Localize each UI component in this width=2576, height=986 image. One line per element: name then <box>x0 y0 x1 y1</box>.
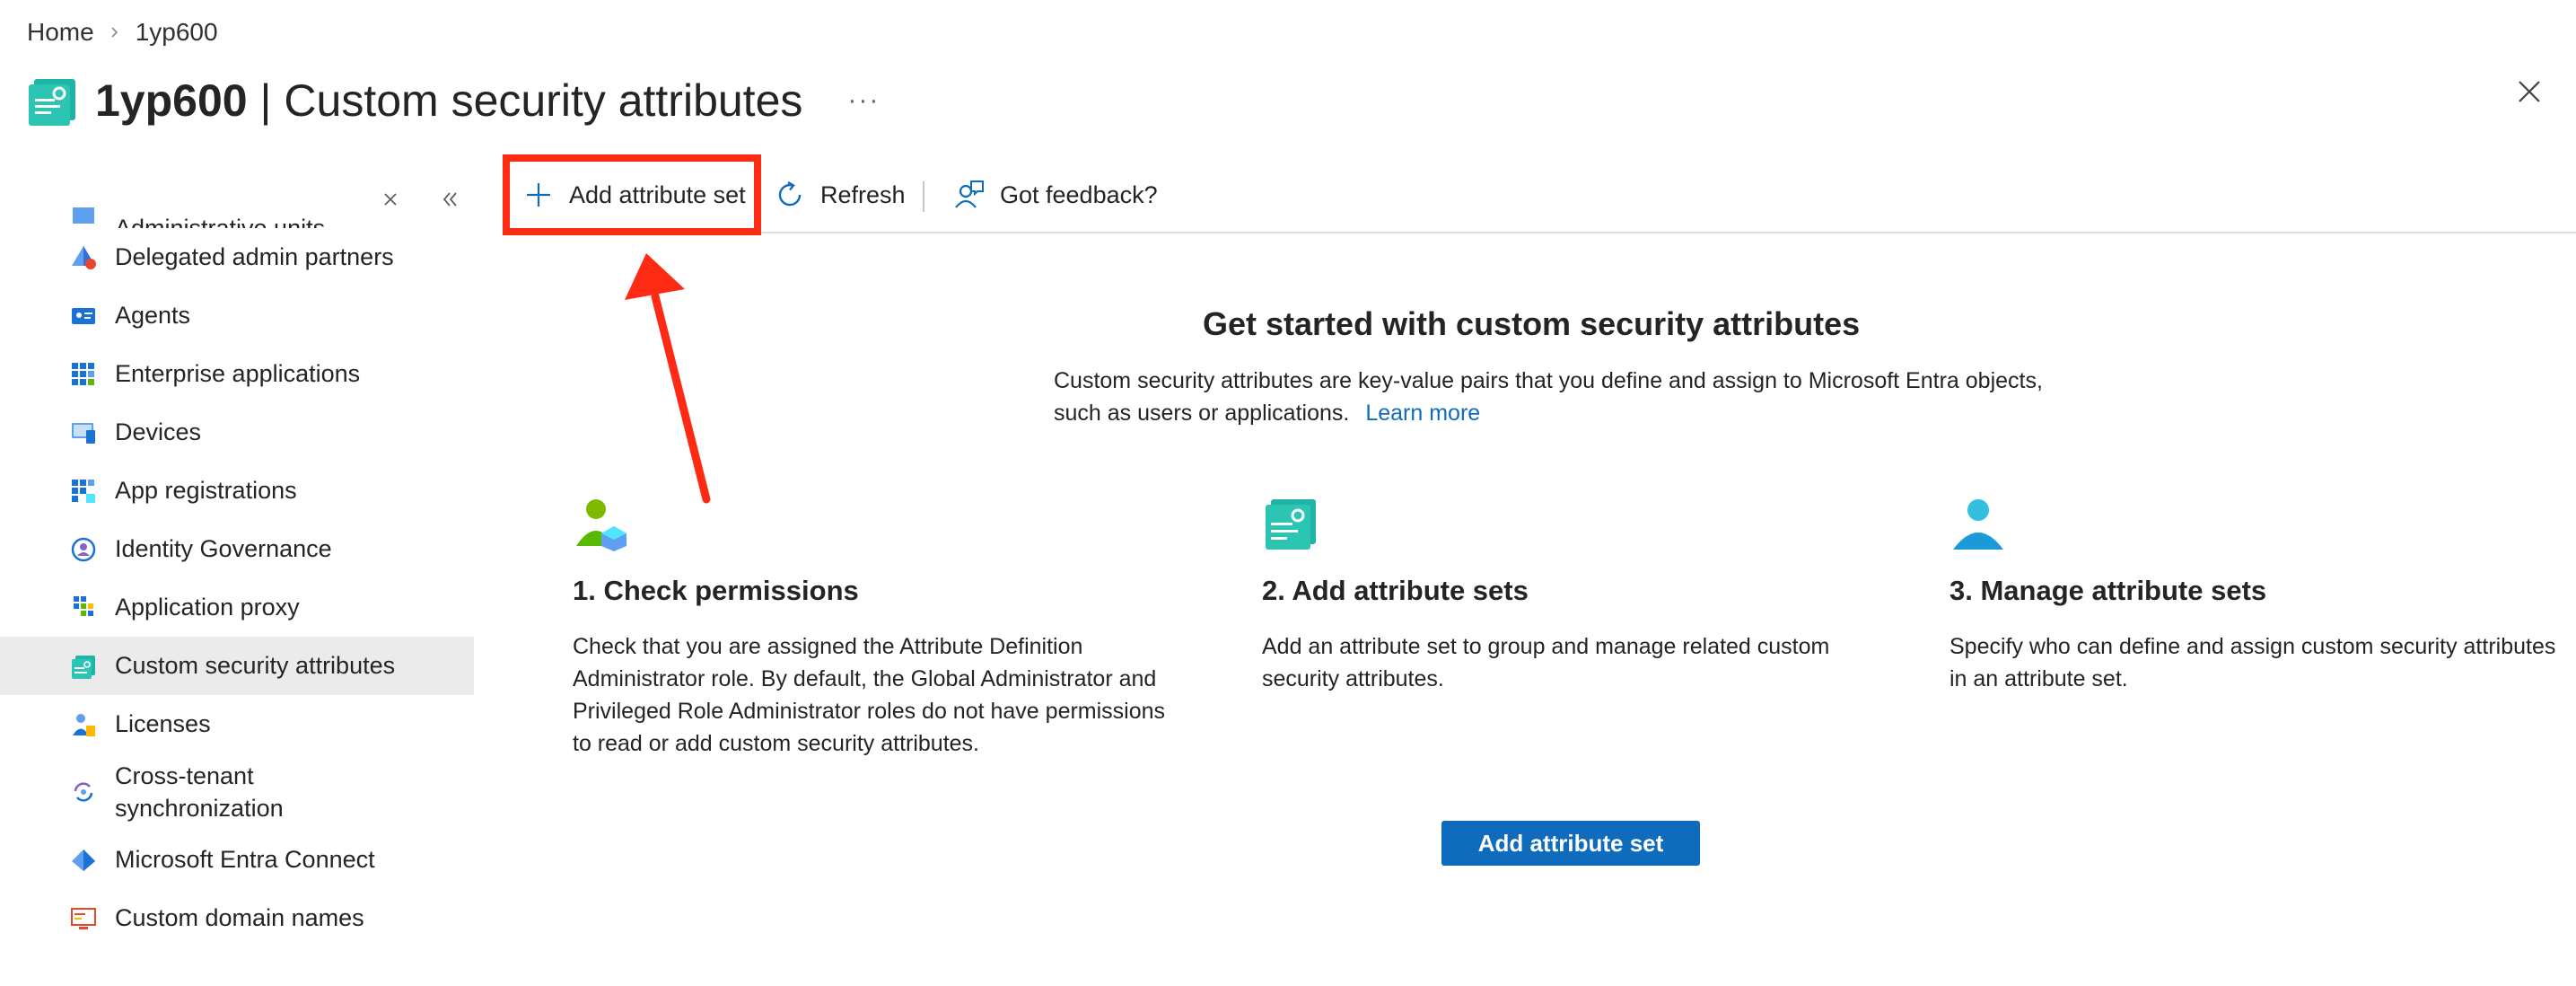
sidebar-item-application-proxy[interactable]: Application proxy <box>0 578 474 637</box>
attribute-sets-icon <box>1262 496 1319 553</box>
refresh-icon <box>774 179 806 211</box>
step-check-permissions: 1. Check permissions Check that you are … <box>573 496 1183 760</box>
feedback-label: Got feedback? <box>1000 180 1158 208</box>
tenant-name: 1yp600 <box>95 75 248 126</box>
close-button[interactable] <box>2511 74 2547 110</box>
command-bar: Add attribute set Refresh Got feedback? <box>504 160 2576 233</box>
custom-attributes-icon <box>70 653 97 680</box>
cross-tenant-sync-icon <box>70 779 97 806</box>
add-attribute-set-button[interactable]: Add attribute set <box>1441 821 1700 866</box>
feedback-button[interactable]: Got feedback? <box>953 167 1158 223</box>
sidebar-item-delegated-admin-partners[interactable]: Delegated admin partners <box>0 228 474 286</box>
app-registrations-icon <box>70 478 97 505</box>
step-text: Specify who can define and assign custom… <box>1950 634 2556 691</box>
sidebar-item-enterprise-applications[interactable]: Enterprise applications <box>0 345 474 403</box>
sidebar-item-identity-governance[interactable]: Identity Governance <box>0 520 474 578</box>
step-text: Check that you are assigned the Attribut… <box>573 634 1166 756</box>
learn-more-link[interactable]: Learn more <box>1365 401 1480 426</box>
sidebar-item-licenses[interactable]: Licenses <box>0 695 474 753</box>
identity-governance-icon <box>70 536 97 563</box>
add-attribute-set-toolbar-button[interactable]: Add attribute set <box>522 167 746 223</box>
chevron-right-icon <box>107 24 123 40</box>
licenses-icon <box>70 711 97 738</box>
enterprise-apps-icon <box>70 361 97 388</box>
sidebar-item-administrative-units[interactable]: Administrative units <box>0 199 474 228</box>
sidebar-item-app-registrations[interactable]: App registrations <box>0 462 474 520</box>
sidebar-item-agents[interactable]: Agents <box>0 286 474 345</box>
more-options-icon[interactable]: ··· <box>847 85 880 116</box>
step-text: Add an attribute set to group and manage… <box>1262 634 1830 691</box>
user-permissions-icon <box>573 496 630 553</box>
plus-icon <box>522 179 555 211</box>
breadcrumb-current[interactable]: 1yp600 <box>136 18 218 47</box>
devices-icon <box>70 419 97 446</box>
feedback-icon <box>953 179 986 211</box>
application-proxy-icon <box>70 594 97 621</box>
getting-started-title: Get started with custom security attribu… <box>1203 305 1861 342</box>
toolbar-divider <box>923 181 924 212</box>
title-separator: | <box>259 75 272 126</box>
sidebar-item-custom-security-attributes[interactable]: Custom security attributes <box>0 637 474 695</box>
delegated-admin-icon <box>70 244 97 271</box>
sidebar-list: Administrative units Delegated admin par… <box>0 199 474 947</box>
step-title: 2. Add attribute sets <box>1262 575 1529 606</box>
getting-started-description: Custom security attributes are key-value… <box>1054 368 2043 426</box>
refresh-button[interactable]: Refresh <box>774 167 906 223</box>
user-icon <box>1950 496 2007 553</box>
step-title: 3. Manage attribute sets <box>1950 575 2267 606</box>
step-add-attribute-sets: 2. Add attribute sets Add an attribute s… <box>1262 496 1872 695</box>
breadcrumb: Home 1yp600 <box>27 14 218 50</box>
step-manage-attribute-sets: 3. Manage attribute sets Specify who can… <box>1950 496 2560 695</box>
breadcrumb-home[interactable]: Home <box>27 18 94 47</box>
agents-icon <box>70 303 97 330</box>
sidebar: Administrative units Delegated admin par… <box>0 180 474 986</box>
page-header: 1yp600 | Custom security attributes ··· <box>27 65 880 136</box>
sidebar-item-cross-tenant-synchronization[interactable]: Cross-tenant synchronization <box>0 753 474 831</box>
sidebar-item-devices[interactable]: Devices <box>0 403 474 462</box>
add-attribute-set-label: Add attribute set <box>569 180 746 208</box>
close-icon <box>2519 81 2540 102</box>
page-title-text: Custom security attributes <box>284 75 803 126</box>
custom-domain-icon <box>70 905 97 932</box>
sidebar-item-custom-domain-names[interactable]: Custom domain names <box>0 889 474 947</box>
admin-units-icon <box>70 201 97 228</box>
page-title: 1yp600 | Custom security attributes <box>95 75 802 127</box>
step-title: 1. Check permissions <box>573 575 859 606</box>
sidebar-item-microsoft-entra-connect[interactable]: Microsoft Entra Connect <box>0 831 474 889</box>
entra-connect-icon <box>70 847 97 874</box>
refresh-label: Refresh <box>820 180 906 208</box>
custom-attributes-icon <box>27 74 79 128</box>
annotation-arrow-icon <box>625 253 711 504</box>
